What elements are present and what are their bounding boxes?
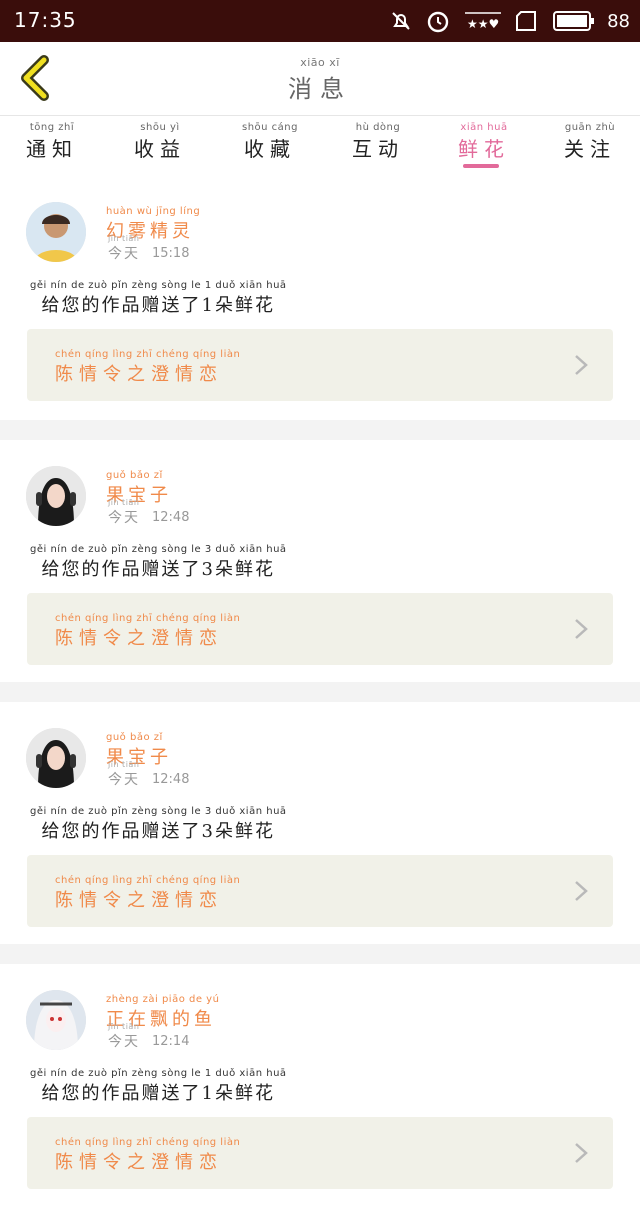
message-pinyin: gěi nín de zuò pǐn zèng sòng le 1 duǒ xi…	[30, 1068, 287, 1079]
avatar-image	[26, 728, 86, 788]
work-title: 陈情令之澄情恋	[55, 1152, 223, 1173]
timestamp: jīn tiān 今天 12:48	[108, 760, 189, 789]
time-text: 15:18	[152, 246, 190, 261]
tab-label: 关注	[564, 137, 616, 161]
avatar-image	[26, 990, 86, 1050]
message-text: 给您的作品赠送了1朵鲜花	[41, 295, 275, 316]
tab-flowers[interactable]: xiān huā 鲜花	[458, 122, 510, 162]
message-text: 给您的作品赠送了1朵鲜花	[41, 1083, 275, 1104]
mute-icon	[392, 12, 410, 30]
timestamp: jīn tiān 今天 12:14	[108, 1022, 189, 1051]
chevron-right-icon	[575, 1143, 588, 1163]
nav-bar: xiāo xī 消息	[0, 42, 640, 116]
message: gěi nín de zuò pǐn zèng sòng le 1 duǒ xi…	[30, 1068, 287, 1105]
tab-following[interactable]: guān zhù 关注	[564, 122, 616, 162]
message-pinyin: gěi nín de zuò pǐn zèng sòng le 3 duǒ xi…	[30, 544, 287, 555]
work-title: 陈情令之澄情恋	[55, 364, 223, 385]
avatar-image	[26, 466, 86, 526]
work-title: 陈情令之澄情恋	[55, 628, 223, 649]
list-item: guǒ bǎo zǐ 果宝子 jīn tiān 今天 12:48 gěi nín …	[0, 420, 640, 682]
work-title-pinyin: chén qíng lìng zhī chéng qíng liàn	[55, 875, 241, 886]
list-item: guǒ bǎo zǐ 果宝子 jīn tiān 今天 12:48 gěi nín …	[0, 682, 640, 944]
avatar-image	[26, 202, 86, 262]
tab-earnings[interactable]: shōu yì 收益	[134, 122, 186, 162]
tab-pinyin: shōu cáng	[242, 122, 298, 133]
tab-interactions[interactable]: hù dòng 互动	[352, 122, 404, 162]
timestamp: jīn tiān 今天 12:48	[108, 498, 189, 527]
sim-icon	[516, 11, 537, 31]
message: gěi nín de zuò pǐn zèng sòng le 3 duǒ xi…	[30, 806, 287, 843]
chevron-right-icon	[575, 619, 588, 639]
tab-label: 互动	[352, 137, 404, 161]
flower-list: huàn wù jīng líng 幻雾精灵 jīn tiān 今天 15:18 …	[0, 176, 640, 1206]
battery-level: 88	[607, 10, 630, 32]
message-pinyin: gěi nín de zuò pǐn zèng sòng le 3 duǒ xi…	[30, 806, 287, 817]
tab-pinyin: xiān huā	[460, 122, 508, 133]
avatar[interactable]	[26, 202, 86, 262]
chevron-right-icon	[575, 881, 588, 901]
active-tab-indicator	[463, 164, 499, 168]
work-link[interactable]: chén qíng lìng zhī chéng qíng liàn 陈情令之澄…	[27, 855, 613, 927]
page-title-pinyin: xiāo xī	[300, 56, 340, 69]
tab-pinyin: tōng zhī	[29, 122, 75, 133]
time-text: 12:14	[152, 1034, 190, 1049]
date-text: 今天	[108, 772, 140, 788]
work-title: 陈情令之澄情恋	[55, 890, 223, 911]
status-icons: ★★♥ 88	[389, 6, 630, 36]
tab-label: 通知	[26, 137, 78, 161]
avatar[interactable]	[26, 990, 86, 1050]
date-text: 今天	[108, 510, 140, 526]
tab-favorites[interactable]: shōu cáng 收藏	[242, 122, 298, 162]
sender-name-pinyin: zhèng zài piāo de yú	[106, 994, 220, 1005]
sender-name-pinyin: guǒ bǎo zǐ	[106, 732, 163, 743]
message-text: 给您的作品赠送了3朵鲜花	[41, 821, 275, 842]
date-pinyin: jīn tiān	[108, 760, 140, 769]
message: gěi nín de zuò pǐn zèng sòng le 1 duǒ xi…	[30, 280, 287, 317]
sender-name-pinyin: guǒ bǎo zǐ	[106, 470, 163, 481]
timestamp: jīn tiān 今天 15:18	[108, 234, 189, 263]
date-pinyin: jīn tiān	[108, 498, 140, 507]
avatar[interactable]	[26, 728, 86, 788]
message-text: 给您的作品赠送了3朵鲜花	[41, 559, 275, 580]
work-title-pinyin: chén qíng lìng zhī chéng qíng liàn	[55, 1137, 241, 1148]
chevron-right-icon	[575, 355, 588, 375]
battery-icon	[553, 11, 595, 31]
message-pinyin: gěi nín de zuò pǐn zèng sòng le 1 duǒ xi…	[30, 280, 287, 291]
tab-pinyin: guān zhù	[564, 122, 616, 133]
work-link[interactable]: chén qíng lìng zhī chéng qíng liàn 陈情令之澄…	[27, 329, 613, 401]
time-text: 12:48	[152, 772, 190, 787]
date-text: 今天	[108, 1034, 140, 1050]
tab-label: 鲜花	[458, 137, 510, 161]
page-title: xiāo xī 消息	[0, 56, 640, 104]
work-link[interactable]: chén qíng lìng zhī chéng qíng liàn 陈情令之澄…	[27, 1117, 613, 1189]
sender-name-pinyin: huàn wù jīng líng	[106, 206, 201, 217]
work-link[interactable]: chén qíng lìng zhī chéng qíng liàn 陈情令之澄…	[27, 593, 613, 665]
tab-pinyin: hù dòng	[355, 122, 401, 133]
tab-pinyin: shōu yì	[140, 122, 180, 133]
message: gěi nín de zuò pǐn zèng sòng le 3 duǒ xi…	[30, 544, 287, 581]
notification-icon: ★★♥	[465, 12, 502, 31]
alarm-icon	[427, 11, 449, 33]
status-bar: 17:35 ★★♥ 88	[0, 0, 640, 42]
time-text: 12:48	[152, 510, 190, 525]
avatar[interactable]	[26, 466, 86, 526]
list-item: zhèng zài piāo de yú 正在飘的鱼 jīn tiān 今天 12…	[0, 944, 640, 1206]
status-time: 17:35	[14, 8, 77, 32]
date-pinyin: jīn tiān	[108, 234, 140, 243]
tab-label: 收藏	[244, 137, 296, 161]
svg-text:★★♥: ★★♥	[467, 17, 499, 31]
date-pinyin: jīn tiān	[108, 1022, 140, 1031]
work-title-pinyin: chén qíng lìng zhī chéng qíng liàn	[55, 349, 241, 360]
date-text: 今天	[108, 246, 140, 262]
tab-notifications[interactable]: tōng zhī 通知	[26, 122, 78, 162]
tab-label: 收益	[134, 137, 186, 161]
tab-bar: tōng zhī 通知 shōu yì 收益 shōu cáng 收藏 hù d…	[0, 116, 640, 176]
page-title-text: 消息	[288, 75, 352, 103]
work-title-pinyin: chén qíng lìng zhī chéng qíng liàn	[55, 613, 241, 624]
list-item: huàn wù jīng líng 幻雾精灵 jīn tiān 今天 15:18 …	[0, 176, 640, 420]
